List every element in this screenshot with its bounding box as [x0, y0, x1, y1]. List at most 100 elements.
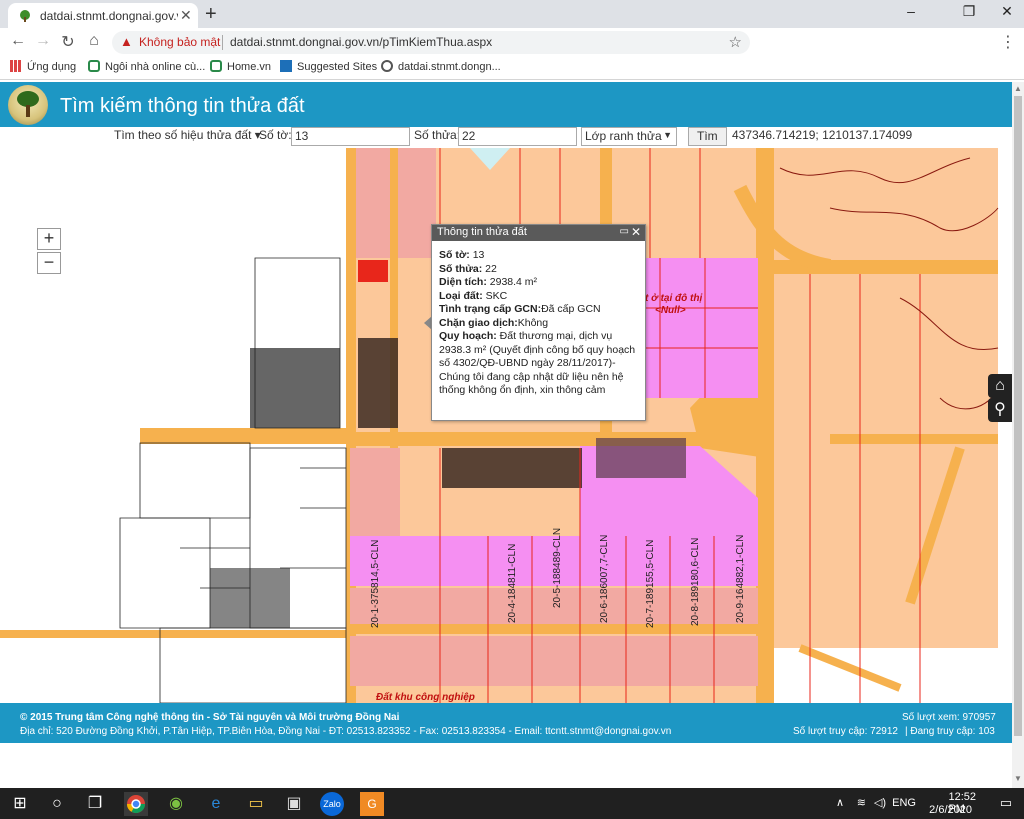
language-indicator[interactable]: ENG: [892, 797, 916, 809]
zalo-icon[interactable]: Zalo: [320, 792, 344, 816]
popup-row: Tình trạng cấp GCN:Đã cấp GCN: [439, 303, 601, 315]
window-close-icon[interactable]: ✕: [992, 3, 1022, 23]
file-explorer-icon[interactable]: ▭: [244, 792, 268, 816]
page-footer: © 2015 Trung tâm Công nghệ thông tin - S…: [0, 703, 1012, 743]
apps-grid-icon: [10, 60, 22, 72]
parcel-code-label: 20-8-189180,6-CLN: [690, 538, 701, 626]
page-title: Tìm kiếm thông tin thửa đất: [60, 95, 305, 117]
home-icon[interactable]: ⌂: [84, 32, 104, 50]
bookmark-item[interactable]: Suggested Sites: [280, 60, 377, 73]
industrial-zone-label: Đất khu công nghiệp: [376, 691, 475, 703]
address-bar[interactable]: ▲ Không bảo mật datdai.stnmt.dongnai.gov…: [112, 31, 750, 54]
divider: [222, 35, 223, 50]
new-tab-icon[interactable]: +: [205, 3, 217, 26]
bookmark-item[interactable]: datdai.stnmt.dongn...: [381, 60, 501, 73]
search-mode-dropdown[interactable]: Tìm theo số hiệu thửa đất ▾: [114, 128, 261, 142]
popup-body: Số tờ: 13 Số thửa: 22 Diện tích: 2938.4 …: [432, 241, 645, 406]
building-cluster: [442, 448, 582, 488]
layer-select[interactable]: Lớp ranh thửa ▼: [581, 127, 677, 146]
scrollbar-thumb[interactable]: [1014, 96, 1022, 736]
popup-row: Chặn giao dịch:Không: [439, 316, 549, 329]
search-circle-icon[interactable]: ○: [45, 792, 69, 816]
parcel-code-label: 20-5-188489-CLN: [552, 528, 563, 608]
popup-row: Số tờ: 13: [439, 249, 485, 261]
maximize-icon[interactable]: ▭: [620, 226, 629, 237]
site-favicon-icon: [20, 10, 30, 22]
null-label: <Null>: [655, 305, 686, 316]
clock-date[interactable]: 2/6/2020: [929, 804, 972, 816]
tab-close-icon[interactable]: ✕: [180, 7, 192, 24]
site-logo[interactable]: [8, 85, 48, 125]
footer-copyright: © 2015 Trung tâm Công nghệ thông tin - S…: [20, 712, 400, 723]
popup-title: Thông tin thửa đất: [437, 226, 527, 238]
parcel-code-label: 20-9-164882,1-CLN: [735, 535, 746, 623]
parcel-code-label: 20-7-189155,5-CLN: [645, 540, 656, 628]
road: [0, 630, 346, 638]
bing-icon: [280, 60, 292, 72]
popup-header: Thông tin thửa đất ▭ ✕: [432, 225, 645, 241]
bookmark-star-icon[interactable]: ☆: [729, 33, 742, 51]
selected-parcel: [358, 260, 388, 282]
popup-row: Loại đất: SKC: [439, 289, 508, 302]
building-cluster: [250, 348, 340, 428]
notification-icon[interactable]: ▭: [1000, 795, 1012, 811]
windows-start-icon[interactable]: ⊞: [8, 792, 32, 816]
parcel-code-label: 20-1-375814,5-CLN: [370, 540, 381, 628]
page-header: Tìm kiếm thông tin thửa đất: [0, 82, 1012, 127]
browser-tab-bar: datdai.stnmt.dongnai.gov.vn/pTi ✕ + – ❐ …: [0, 0, 1024, 28]
page-scrollbar[interactable]: ▲ ▼: [1012, 82, 1024, 788]
house-icon: [88, 60, 100, 72]
popup-row: Diện tích: 2938.4 m²: [439, 276, 538, 288]
popup-row: Số thửa: 22: [439, 262, 497, 275]
network-icon[interactable]: ≋: [857, 796, 866, 809]
coordinates-readout: 437346.714219; 1210137.174099: [732, 128, 913, 142]
forward-icon[interactable]: →: [33, 32, 53, 50]
bookmark-apps[interactable]: Ứng dụng: [10, 60, 76, 73]
task-view-icon[interactable]: ❐: [83, 792, 107, 816]
land-use-label: t ở tại đô thị: [645, 293, 702, 304]
sheet-number-input[interactable]: 13: [291, 127, 410, 146]
zoom-out-button[interactable]: −: [37, 252, 61, 274]
windows-taskbar: ⊞ ○ ❐ ◉ e ▭ ▣ Zalo G ∧ ≋ ◁) ENG 12:52 PM…: [0, 788, 1024, 819]
parcel-code-label: 20-4-184811-CLN: [507, 544, 518, 623]
scroll-down-icon[interactable]: ▼: [1014, 774, 1022, 783]
road: [140, 428, 346, 444]
security-label[interactable]: Không bảo mật: [139, 35, 220, 49]
minimize-icon[interactable]: –: [896, 3, 926, 23]
popup-note: 2938.3 m² (Quyết định công bố quy hoạch …: [439, 343, 636, 397]
back-icon[interactable]: ←: [8, 32, 28, 50]
scroll-up-icon[interactable]: ▲: [1014, 84, 1022, 93]
search-button[interactable]: Tìm: [688, 127, 727, 146]
home-icon[interactable]: ⌂: [988, 374, 1012, 398]
bookmark-item[interactable]: Home.vn: [210, 60, 271, 73]
store-icon[interactable]: ▣: [282, 792, 306, 816]
bookmark-item[interactable]: Ngôi nhà online cù...: [88, 60, 205, 73]
warning-icon: ▲: [120, 34, 133, 49]
zoom-in-button[interactable]: +: [37, 228, 61, 250]
building-cluster: [596, 438, 686, 478]
edge-icon[interactable]: e: [204, 792, 228, 816]
parcel-info-popup: Thông tin thửa đất ▭ ✕ Số tờ: 13 Số thửa…: [431, 224, 646, 421]
browser-tab[interactable]: datdai.stnmt.dongnai.gov.vn/pTi ✕: [8, 3, 198, 28]
popup-close-icon[interactable]: ✕: [631, 225, 641, 239]
reload-icon[interactable]: ↻: [58, 32, 78, 52]
tray-chevron-icon[interactable]: ∧: [836, 796, 844, 809]
house-icon: [210, 60, 222, 72]
restore-icon[interactable]: ❐: [954, 3, 984, 23]
url-text[interactable]: datdai.stnmt.dongnai.gov.vn/pTimKiemThua…: [230, 35, 492, 49]
road: [346, 624, 766, 634]
visit-count: Số lượt truy cập: 72912: [793, 726, 898, 737]
volume-icon[interactable]: ◁): [874, 796, 886, 809]
commercial-zone: [350, 448, 400, 536]
menu-kebab-icon[interactable]: ⋮: [998, 32, 1018, 52]
parcel-number-input[interactable]: 22: [458, 127, 577, 146]
parcel-label: Số thửa:: [414, 128, 461, 142]
sheet-label: Số tờ:: [259, 128, 292, 142]
chrome-icon[interactable]: [124, 792, 148, 816]
app-icon[interactable]: G: [360, 792, 384, 816]
online-count: | Đang truy cập: 103: [905, 726, 995, 737]
app-icon[interactable]: ◉: [164, 792, 188, 816]
tab-title: datdai.stnmt.dongnai.gov.vn/pTi: [40, 9, 178, 23]
search-icon[interactable]: ⚲: [988, 398, 1012, 422]
parcel-zone: [766, 148, 998, 648]
